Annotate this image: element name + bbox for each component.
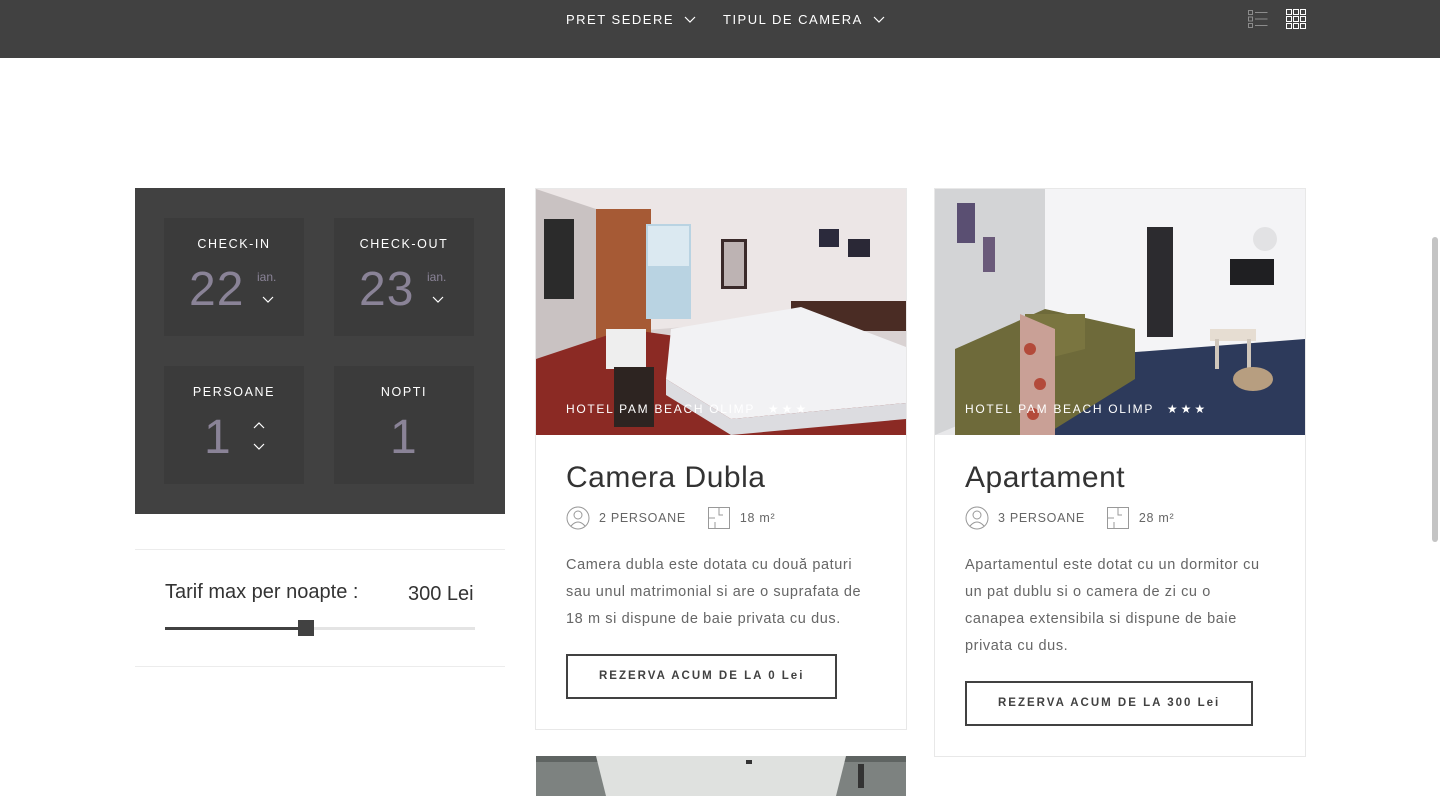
- hotel-caption: HOTEL PAM BEACH OLIMP ★★★: [566, 402, 809, 416]
- room-photo[interactable]: HOTEL PAM BEACH OLIMP ★★★: [536, 189, 906, 435]
- price-value: 300 Lei: [408, 583, 474, 605]
- person-icon: [965, 506, 989, 530]
- filter-label: PRET SEDERE: [566, 12, 675, 27]
- hotel-stars: ★★★: [767, 402, 810, 416]
- chevron-down-icon[interactable]: [262, 296, 274, 304]
- room-card: HOTEL PAM BEACH OLIMP ★★★ Apartament 3 P…: [934, 188, 1306, 757]
- checkout-day: 23: [359, 263, 415, 316]
- persons-stepper[interactable]: PERSOANE 1: [164, 366, 304, 484]
- checkin-picker[interactable]: CHECK-IN 22 ian.: [164, 218, 304, 336]
- chevron-down-icon[interactable]: [432, 296, 444, 304]
- room-description: Camera dubla este dotata cu două paturi …: [566, 557, 862, 627]
- room-card: HOTEL PAM BEACH OLIMP ★★★ Camera Dubla 2…: [535, 188, 907, 730]
- persons-label: PERSOANE: [192, 385, 276, 399]
- room-area: 18 m²: [739, 511, 776, 525]
- room-title[interactable]: Apartament: [965, 461, 1275, 495]
- hotel-caption: HOTEL PAM BEACH OLIMP ★★★: [965, 402, 1208, 416]
- room-meta: 3 PERSOANE 28 m²: [965, 506, 1275, 530]
- nights-label: NOPTI: [380, 385, 428, 399]
- checkin-label: CHECK-IN: [197, 237, 271, 251]
- room-area: 28 m²: [1138, 511, 1175, 525]
- room-persons: 2 PERSOANE: [599, 511, 686, 525]
- chevron-down-icon: [684, 16, 696, 23]
- checkout-label: CHECK-OUT: [359, 237, 449, 251]
- checkout-picker[interactable]: CHECK-OUT 23 ian.: [334, 218, 474, 336]
- top-filter-bar: PRET SEDERE TIPUL DE CAMERA: [0, 0, 1440, 58]
- checkin-month: ian.: [257, 270, 277, 284]
- grid-view-icon[interactable]: [1286, 9, 1306, 29]
- filter-tipul-de-camera[interactable]: TIPUL DE CAMERA: [723, 12, 885, 27]
- hotel-name: HOTEL PAM BEACH OLIMP: [965, 402, 1154, 416]
- room-photo-partial[interactable]: [536, 756, 906, 796]
- room-photo[interactable]: HOTEL PAM BEACH OLIMP ★★★: [935, 189, 1305, 435]
- room-meta: 2 PERSOANE 18 m²: [566, 506, 876, 530]
- nights-display: NOPTI 1: [334, 366, 474, 484]
- room-title[interactable]: Camera Dubla: [566, 461, 876, 495]
- room-photo-image: [536, 756, 906, 796]
- list-view-icon[interactable]: [1248, 9, 1268, 29]
- price-slider-track[interactable]: [165, 620, 475, 636]
- room-photo-image: [536, 189, 906, 435]
- book-now-button[interactable]: REZERVA ACUM DE LA 0 Lei: [566, 654, 838, 699]
- page-scrollbar[interactable]: [1432, 237, 1438, 542]
- price-filter: Tarif max per noapte : 300 Lei: [135, 549, 505, 667]
- filter-label: TIPUL DE CAMERA: [723, 12, 863, 27]
- price-slider-fill: [165, 627, 306, 630]
- book-now-button[interactable]: REZERVA ACUM DE LA 300 Lei: [965, 681, 1254, 726]
- persons-value: 1: [204, 411, 232, 464]
- person-icon: [566, 506, 590, 530]
- checkout-month: ian.: [427, 270, 447, 284]
- checkin-day: 22: [189, 263, 245, 316]
- room-persons: 3 PERSOANE: [998, 511, 1085, 525]
- booking-panel: CHECK-IN 22 ian. CHECK-OUT 23 ian. PERSO…: [135, 188, 505, 514]
- nights-value: 1: [390, 411, 418, 464]
- chevron-down-icon: [873, 16, 885, 23]
- chevron-down-icon[interactable]: [253, 443, 265, 451]
- room-photo-image: [935, 189, 1305, 435]
- floorplan-icon: [1106, 507, 1129, 529]
- hotel-stars: ★★★: [1166, 402, 1209, 416]
- room-description: Apartamentul este dotat cu un dormitor c…: [965, 557, 1260, 654]
- price-label: Tarif max per noapte :: [165, 581, 359, 603]
- hotel-name: HOTEL PAM BEACH OLIMP: [566, 402, 755, 416]
- chevron-up-icon[interactable]: [253, 421, 265, 429]
- floorplan-icon: [707, 507, 730, 529]
- filter-pret-sedere[interactable]: PRET SEDERE: [566, 12, 696, 27]
- price-slider-handle[interactable]: [298, 620, 314, 636]
